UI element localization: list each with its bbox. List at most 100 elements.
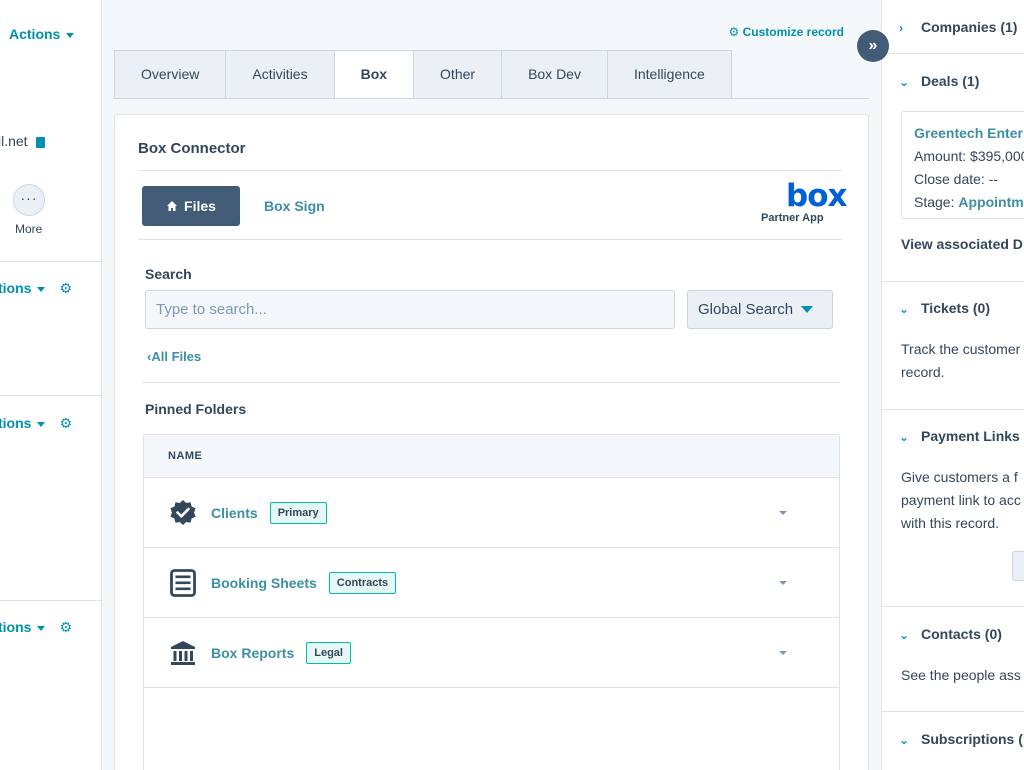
tab-activities[interactable]: Activities [225,50,334,99]
tabs-divider [114,98,869,99]
subscriptions-section-header[interactable]: ⌄ Subscriptions ( [899,731,1023,747]
chevron-down-icon: ⌄ [899,302,910,316]
caret-down-icon [37,421,46,427]
folder-name-link[interactable]: Clients [211,505,258,521]
all-files-link[interactable]: ‹All Files [147,349,201,364]
copy-icon[interactable] [35,136,45,148]
payment-links-label: Payment Links [921,428,1020,444]
payment-links-section-header[interactable]: ⌄ Payment Links [899,428,1020,444]
contacts-section-header[interactable]: ⌄ Contacts (0) [899,626,1002,642]
email-text: il.net [0,133,28,149]
tickets-text-line: Track the customer [901,341,1021,357]
caret-down-icon [66,32,75,38]
view-associated-deals-link[interactable]: View associated D [901,233,1023,256]
actions-label: Actions [9,26,61,42]
customize-record-link[interactable]: ⚙ Customize record [729,25,844,39]
gear-icon[interactable]: ⚙ [59,415,72,432]
table-row[interactable]: Clients Primary [144,478,839,548]
divider [0,395,101,396]
divider [0,261,101,262]
files-label: Files [184,198,216,214]
pinned-folders-table: NAME Clients Primary Booking Sheets Cont… [143,434,840,770]
deal-stage-value[interactable]: Appointm [958,194,1023,210]
divider [882,409,1024,410]
left-sidebar: Actions il.net ··· More tions ⚙ tions ⚙ ti… [0,0,102,770]
tickets-section-header[interactable]: ⌄ Tickets (0) [899,300,990,316]
payment-text-line: with this record. [901,515,1000,531]
list-document-icon [168,568,198,598]
pinned-folders-title: Pinned Folders [145,401,247,417]
deal-name-link[interactable]: Greentech Enter [914,122,1024,145]
actions-menu[interactable]: Actions [9,26,75,42]
divider [143,382,840,383]
chevron-down-icon: ⌄ [899,628,910,642]
divider [882,606,1024,607]
deals-section-header[interactable]: ⌄ Deals (1) [899,73,979,89]
all-files-label: All Files [151,349,202,364]
double-chevron-right-icon: » [868,37,878,54]
bank-building-icon [168,638,198,668]
companies-label: Companies (1) [921,19,1018,35]
deal-amount: Amount: $395,000 [914,148,1024,164]
tickets-description: Track the customer record. [901,338,1020,384]
box-logo: box [786,178,847,214]
section-actions-1[interactable]: tions ⚙ [0,280,72,297]
divider [882,711,1024,712]
deals-label: Deals (1) [921,73,980,89]
section-actions-label: tions [0,280,32,296]
tab-box-dev[interactable]: Box Dev [501,50,607,99]
section-actions-label: tions [0,619,32,635]
caret-down-icon[interactable] [779,581,787,585]
gear-icon: ⚙ [728,25,740,39]
caret-down-icon[interactable] [779,511,787,515]
section-actions-3[interactable]: tions ⚙ [0,619,72,636]
folder-name-link[interactable]: Booking Sheets [211,575,317,591]
section-actions-2[interactable]: tions ⚙ [0,415,72,432]
folder-name-link[interactable]: Box Reports [211,645,294,661]
record-tabs: Overview Activities Box Other Box Dev In… [114,50,732,99]
deal-stage: Stage: Appointm [914,191,1024,214]
contacts-description: See the people ass [901,667,1021,683]
payment-text-line: payment link to acc [901,492,1021,508]
main-content: ⚙ Customize record Overview Activities B… [103,0,881,770]
gear-icon[interactable]: ⚙ [59,619,72,636]
box-sign-link[interactable]: Box Sign [264,198,325,214]
divider [882,281,1024,282]
deal-card: Greentech Enter Amount: $395,000 Close d… [901,111,1024,219]
tickets-text-line: record. [901,364,945,380]
table-row[interactable]: Booking Sheets Contracts [144,548,839,618]
files-button[interactable]: Files [142,186,240,226]
payment-text-line: Give customers a f [901,469,1018,485]
verified-badge-icon [168,498,198,528]
chevron-down-icon: ⌄ [899,430,910,444]
tab-intelligence[interactable]: Intelligence [606,50,732,99]
home-icon [167,201,178,211]
payment-link-button[interactable] [1012,551,1024,581]
deal-close-date: Close date: -- [914,171,999,187]
partner-app-label: Partner App [761,212,824,224]
gear-icon[interactable]: ⚙ [59,280,72,297]
table-row[interactable]: Box Reports Legal [144,618,839,688]
more-label: More [15,222,43,236]
caret-down-icon [801,306,814,313]
caret-down-icon [37,286,46,292]
tickets-label: Tickets (0) [921,300,990,316]
tab-overview[interactable]: Overview [114,50,226,99]
subscriptions-label: Subscriptions ( [921,731,1023,747]
tab-box[interactable]: Box [333,50,414,99]
email-row: il.net [0,133,45,149]
global-search-dropdown[interactable]: Global Search [687,290,833,329]
caret-down-icon[interactable] [779,651,787,655]
expand-sidebar-button[interactable]: » [857,30,889,62]
search-input[interactable] [145,290,675,329]
chevron-right-icon: › [899,21,903,35]
divider [138,170,842,171]
contacts-label: Contacts (0) [921,626,1002,642]
companies-section-header[interactable]: › Companies (1) [899,19,1017,35]
tab-other[interactable]: Other [413,50,502,99]
divider [138,239,842,240]
more-button[interactable]: ··· [13,184,45,216]
card-title: Box Connector [138,140,246,157]
folder-badge: Legal [306,641,351,664]
payment-description: Give customers a f payment link to acc w… [901,466,1021,535]
